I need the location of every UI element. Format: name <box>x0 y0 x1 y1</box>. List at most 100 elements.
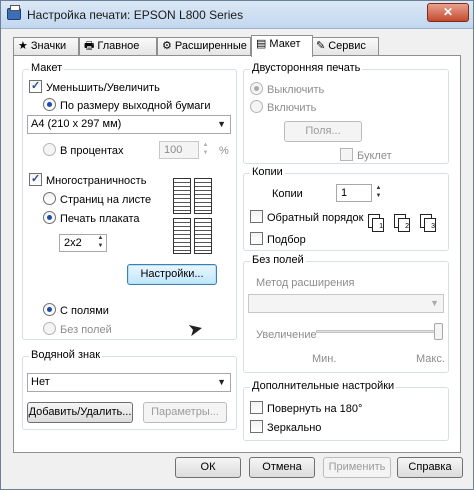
tab-service[interactable]: ✎ Сервис <box>311 37 379 56</box>
extra-settings-group: Дополнительные настройки Повернуть на 18… <box>243 380 449 441</box>
title-bar[interactable]: Настройка печати: EPSON L800 Series ✕ <box>1 1 473 29</box>
increase-label: Увеличение <box>256 329 317 341</box>
group-label: Дополнительные настройки <box>250 380 397 392</box>
percent-spinner[interactable]: 100 ▲ ▼ <box>159 141 208 159</box>
chevron-down-icon: ▼ <box>430 298 439 308</box>
window-title: Настройка печати: EPSON L800 Series <box>27 8 244 22</box>
tab-label: Главное <box>97 40 140 52</box>
tab-layout[interactable]: ▤ Макет <box>251 35 313 57</box>
duplex-off-radio[interactable]: Выключить <box>250 82 324 97</box>
copies-spinner[interactable]: 1 ▲ ▼ <box>336 184 381 202</box>
checkbox-label: Буклет <box>357 150 392 162</box>
apply-button[interactable]: Применить <box>323 457 391 478</box>
radio-label: Печать плаката <box>60 213 140 225</box>
checkbox[interactable] <box>250 210 263 223</box>
copies-label: Копии <box>272 188 303 200</box>
checkbox-label: Зеркально <box>267 422 322 434</box>
radio[interactable] <box>43 98 56 111</box>
paper-size-value: A4 (210 x 297 мм) <box>31 118 122 130</box>
group-label: Копии <box>250 166 285 178</box>
checkbox[interactable] <box>250 232 263 245</box>
borderless-radio[interactable]: Без полей <box>43 322 112 337</box>
group-label: Макет <box>29 62 65 74</box>
percent-radio[interactable]: В процентах <box>43 143 124 158</box>
paper-size-select[interactable]: A4 (210 x 297 мм) ▼ <box>27 115 231 134</box>
radio[interactable] <box>43 322 56 335</box>
add-remove-watermark-button[interactable]: Добавить/Удалить... <box>27 402 133 423</box>
radio-label: Выключить <box>267 84 325 96</box>
mirror-checkbox[interactable]: Зеркально <box>250 420 321 435</box>
poster-settings-button[interactable]: Настройки... <box>127 264 217 285</box>
pages-per-sheet-radio[interactable]: Страниц на листе <box>43 192 151 207</box>
watermark-parameters-button[interactable]: Параметры... <box>143 402 227 423</box>
expansion-method-select[interactable]: ▼ <box>248 294 444 313</box>
page-icon: ▤ <box>256 38 267 50</box>
watermark-select[interactable]: Нет ▼ <box>27 373 231 392</box>
reduce-enlarge-checkbox[interactable]: Уменьшить/Увеличить <box>29 79 160 95</box>
collate-checkbox[interactable]: Подбор <box>250 232 306 247</box>
checkbox-label: Многостраничность <box>46 175 147 187</box>
poster-size-spinner[interactable]: 2x2 ▲ ▼ <box>59 234 107 252</box>
checkbox-label: Повернуть на 180° <box>267 403 363 415</box>
tab-label: Расширенные <box>174 40 247 52</box>
tab-panel-layout: Макет Уменьшить/Увеличить По размеру вых… <box>13 55 461 453</box>
rotate-180-checkbox[interactable]: Повернуть на 180° <box>250 401 362 416</box>
radio-label: Включить <box>267 102 317 114</box>
cancel-button[interactable]: Отмена <box>249 457 315 478</box>
radio-label: С полями <box>60 305 109 317</box>
star-icon: ★ <box>18 40 28 52</box>
spinner-arrows-icon[interactable]: ▲ ▼ <box>199 141 212 159</box>
checkbox[interactable] <box>250 420 263 433</box>
with-margins-radio[interactable]: С полями <box>43 303 109 318</box>
radio[interactable] <box>250 82 263 95</box>
radio-label: В процентах <box>60 145 124 157</box>
duplex-margins-button[interactable]: Поля... <box>284 121 362 142</box>
tab-advanced[interactable]: ⚙ Расширенные <box>157 37 251 56</box>
settings-icon: ⚙ <box>162 40 172 52</box>
collate-page-2-icon: 2 <box>394 214 414 236</box>
fit-to-paper-radio[interactable]: По размеру выходной бумаги <box>43 98 211 113</box>
expansion-slider-track <box>316 330 440 333</box>
spinner-arrows-icon[interactable]: ▲ ▼ <box>94 234 107 252</box>
radio[interactable] <box>43 303 56 316</box>
radio[interactable] <box>43 192 56 205</box>
expansion-slider-thumb[interactable] <box>434 323 443 340</box>
borderless-group: Без полей Метод расширения ▼ Увеличение … <box>243 254 449 373</box>
radio[interactable] <box>43 211 56 224</box>
watermark-group: Водяной знак Нет ▼ Добавить/Удалить... П… <box>22 349 237 430</box>
percent-value: 100 <box>164 144 183 156</box>
print-settings-window: Настройка печати: EPSON L800 Series ✕ ★ З… <box>0 0 474 490</box>
ok-button[interactable]: ОК <box>175 457 241 478</box>
spinner-arrows-icon[interactable]: ▲ ▼ <box>372 184 385 202</box>
help-button[interactable]: Справка <box>397 457 463 478</box>
radio-label: По размеру выходной бумаги <box>60 100 211 112</box>
printer-icon: 🖶 <box>84 40 95 52</box>
tab-main[interactable]: 🖶 Главное <box>79 37 157 56</box>
chevron-down-icon: ▼ <box>217 119 226 129</box>
collate-page-1-icon: 1 <box>368 214 388 236</box>
slider-max-label: Макс. <box>416 353 445 365</box>
slider-min-label: Мин. <box>312 353 337 365</box>
poster-print-radio[interactable]: Печать плаката <box>43 211 140 226</box>
radio[interactable] <box>43 143 56 156</box>
watermark-value: Нет <box>31 376 50 388</box>
duplex-on-radio[interactable]: Включить <box>250 100 316 115</box>
wrench-icon: ✎ <box>316 40 326 52</box>
checkbox[interactable] <box>250 401 263 414</box>
checkbox[interactable] <box>29 172 42 186</box>
poster-size-value: 2x2 <box>64 237 82 249</box>
reverse-order-checkbox[interactable]: Обратный порядок <box>250 210 363 225</box>
tab-label: Макет <box>269 38 301 50</box>
checkbox[interactable] <box>340 148 353 161</box>
group-label: Без полей <box>250 254 306 266</box>
multipage-checkbox[interactable]: Многостраничность <box>29 172 147 188</box>
booklet-checkbox[interactable]: Буклет <box>340 148 392 163</box>
checkbox-label: Подбор <box>267 234 306 246</box>
checkbox[interactable] <box>29 79 42 93</box>
close-button[interactable]: ✕ <box>427 3 469 22</box>
tab-icons[interactable]: ★ Значки <box>13 37 79 56</box>
radio[interactable] <box>250 100 263 113</box>
copies-value: 1 <box>341 187 348 199</box>
collate-page-3-icon: 3 <box>420 214 440 236</box>
printer-icon <box>7 5 21 20</box>
